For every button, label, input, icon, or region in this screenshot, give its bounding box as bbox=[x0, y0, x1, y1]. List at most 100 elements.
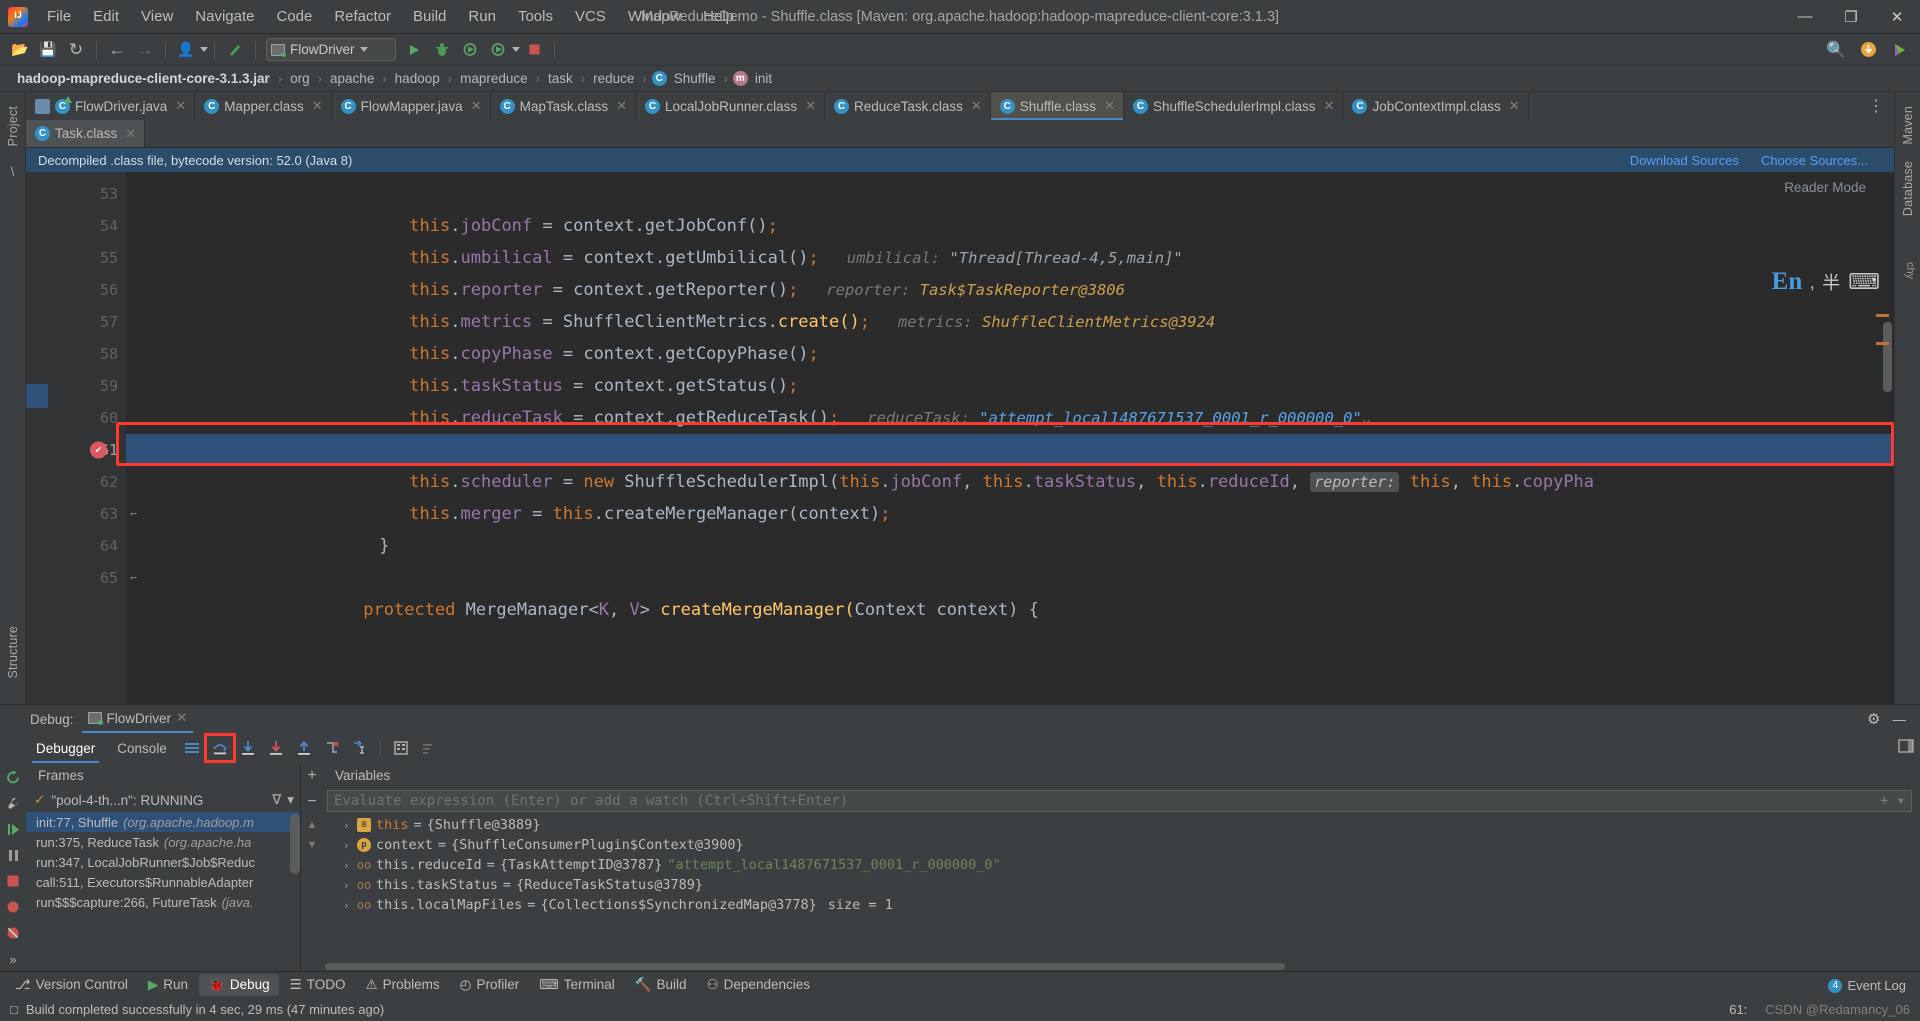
mute-breakpoints-icon[interactable] bbox=[416, 736, 442, 760]
profiler-icon[interactable] bbox=[485, 38, 511, 62]
frame-row[interactable]: init:77, Shuffle (org.apache.hadoop.m bbox=[26, 812, 300, 832]
move-down-icon[interactable]: ▼ bbox=[307, 839, 318, 851]
tab-close-icon[interactable]: ✕ bbox=[805, 98, 816, 114]
overflow-icon[interactable]: » bbox=[0, 947, 26, 971]
toolwindow-terminal[interactable]: ⌨ Terminal bbox=[530, 974, 624, 996]
menu-bar[interactable]: File Edit View Navigate Code Refactor Bu… bbox=[36, 0, 745, 33]
variable-row-localmapfiles[interactable]: › oo this.localMapFiles = {Collections$S… bbox=[323, 895, 1920, 915]
code-line-63[interactable]: } bbox=[126, 498, 1894, 556]
navigate-forward-icon[interactable]: → bbox=[132, 38, 158, 62]
caret-position[interactable]: 61: bbox=[1729, 1002, 1747, 1017]
code-line-64[interactable] bbox=[126, 530, 1894, 562]
run-configuration-selector[interactable]: FlowDriver bbox=[266, 38, 396, 61]
resume-program-icon[interactable] bbox=[0, 817, 26, 841]
tab-close-icon[interactable]: ✕ bbox=[1509, 98, 1520, 114]
tab-close-icon[interactable]: ✕ bbox=[125, 126, 136, 142]
sidebar-item-maven[interactable]: Maven bbox=[1901, 98, 1915, 153]
code-line-56[interactable]: this.metrics = ShuffleClientMetrics.crea… bbox=[126, 274, 1894, 332]
menu-build[interactable]: Build bbox=[402, 4, 457, 30]
ime-comma-icon[interactable]: ‚ bbox=[1810, 272, 1814, 293]
toolwindow-problems[interactable]: ⚠ Problems bbox=[357, 974, 449, 996]
tab-debugger[interactable]: Debugger bbox=[26, 733, 105, 763]
variable-row-taskstatus[interactable]: › oo this.taskStatus = {ReduceTaskStatus… bbox=[323, 875, 1920, 895]
variable-row-reduceid[interactable]: › oo this.reduceId = {TaskAttemptID@3787… bbox=[323, 855, 1920, 875]
rerun-icon[interactable] bbox=[0, 765, 26, 789]
step-into-icon[interactable] bbox=[235, 736, 261, 760]
expand-arrow-icon[interactable]: › bbox=[343, 839, 352, 852]
breadcrumb-org[interactable]: org bbox=[287, 70, 313, 87]
menu-navigate[interactable]: Navigate bbox=[184, 4, 265, 30]
step-over-icon[interactable] bbox=[203, 733, 236, 763]
menu-edit[interactable]: Edit bbox=[82, 4, 130, 30]
code-line-57[interactable]: this.copyPhase = context.getCopyPhase(); bbox=[126, 306, 1894, 364]
chevron-down-icon[interactable] bbox=[200, 47, 208, 52]
code-line-54[interactable]: this.umbilical = context.getUmbilical();… bbox=[126, 210, 1894, 268]
tab-reducetask-class[interactable]: C ReduceTask.class ✕ bbox=[825, 92, 991, 120]
menu-window[interactable]: Window bbox=[617, 4, 692, 30]
expand-arrow-icon[interactable]: › bbox=[343, 899, 352, 912]
tab-close-icon[interactable]: ✕ bbox=[471, 98, 482, 114]
frame-row[interactable]: run:347, LocalJobRunner$Job$Reduc bbox=[26, 852, 300, 872]
profile-user-icon[interactable]: 👤 bbox=[173, 38, 199, 62]
toolwindow-build[interactable]: 🔨 Build bbox=[626, 974, 696, 996]
sidebar-item-project[interactable]: Project bbox=[6, 98, 20, 154]
settings-gear-icon[interactable]: ⚙ bbox=[1867, 710, 1880, 728]
frame-row[interactable]: run:375, ReduceTask (org.apache.ha bbox=[26, 832, 300, 852]
breadcrumb-task[interactable]: task bbox=[545, 70, 576, 87]
tab-shuffle-class[interactable]: C Shuffle.class ✕ bbox=[990, 92, 1124, 120]
breadcrumb-apache[interactable]: apache bbox=[327, 70, 377, 87]
pause-program-icon[interactable] bbox=[0, 843, 26, 867]
thread-selector[interactable]: ✓ "pool-4-th...n": RUNNING ∇ ▾ bbox=[26, 788, 300, 812]
breadcrumb-reduce[interactable]: reduce bbox=[590, 70, 637, 87]
breadcrumb-mapreduce[interactable]: mapreduce bbox=[457, 70, 531, 87]
toolwindow-run[interactable]: ▶ Run bbox=[139, 974, 197, 996]
expand-arrow-icon[interactable]: › bbox=[343, 859, 352, 872]
move-up-icon[interactable]: ▲ bbox=[307, 819, 318, 831]
tab-close-icon[interactable]: ✕ bbox=[971, 98, 982, 114]
tab-shuffleschedulerimpl-class[interactable]: C ShuffleSchedulerImpl.class ✕ bbox=[1123, 92, 1344, 120]
code-lines[interactable]: this.jobConf = context.getJobConf(); thi… bbox=[126, 172, 1894, 704]
sidebar-item-database[interactable]: Database bbox=[1901, 153, 1915, 224]
profiler-chevron-icon[interactable] bbox=[512, 47, 520, 52]
code-line-53[interactable]: this.jobConf = context.getJobConf(); bbox=[126, 178, 1894, 236]
hide-panel-icon[interactable]: — bbox=[1893, 712, 1907, 727]
toolwindow-debug[interactable]: 🐞 Debug bbox=[199, 973, 279, 996]
menu-run[interactable]: Run bbox=[457, 4, 507, 30]
tab-localjobrunner-class[interactable]: C LocalJobRunner.class ✕ bbox=[636, 92, 826, 120]
updates-notification-icon[interactable] bbox=[1855, 38, 1881, 62]
menu-tools[interactable]: Tools bbox=[507, 4, 564, 30]
step-out-icon[interactable] bbox=[291, 736, 317, 760]
tab-flowdriver-java[interactable]: C FlowDriver.java ✕ bbox=[26, 92, 196, 120]
variable-row-context[interactable]: › p context = {ShuffleConsumerPlugin$Con… bbox=[323, 835, 1920, 855]
tab-task-class[interactable]: C Task.class ✕ bbox=[26, 120, 146, 147]
stop-icon[interactable] bbox=[0, 869, 26, 893]
force-step-into-icon[interactable] bbox=[263, 736, 289, 760]
tab-mapper-class[interactable]: C Mapper.class ✕ bbox=[195, 92, 332, 120]
run-with-coverage-icon[interactable] bbox=[457, 38, 483, 62]
toolwindow-todo[interactable]: ☰ TODO bbox=[281, 974, 355, 996]
code-line-59[interactable]: this.reduceTask = context.getReduceTask(… bbox=[126, 370, 1894, 428]
expand-arrow-icon[interactable]: › bbox=[343, 819, 352, 832]
toolwindow-profiler[interactable]: ◴ Profiler bbox=[451, 974, 529, 996]
minimize-button[interactable]: — bbox=[1782, 0, 1828, 34]
run-config-chevron-icon[interactable] bbox=[359, 47, 368, 52]
evaluate-expression-icon[interactable] bbox=[388, 736, 414, 760]
download-sources-link[interactable]: Download Sources bbox=[1630, 153, 1739, 168]
code-line-61-executing[interactable]: this.scheduler = new ShuffleSchedulerImp… bbox=[126, 434, 1894, 492]
code-line-55[interactable]: this.reporter = context.getReporter(); r… bbox=[126, 242, 1894, 300]
settings-wrench-icon[interactable] bbox=[0, 791, 26, 815]
watch-add-icon[interactable]: + bbox=[1880, 793, 1888, 809]
breadcrumb-root[interactable]: hadoop-mapreduce-client-core-3.1.3.jar bbox=[14, 70, 273, 87]
run-button-icon[interactable] bbox=[401, 38, 427, 62]
breakpoint-icon[interactable]: ✔ bbox=[90, 441, 107, 459]
debug-button-icon[interactable] bbox=[429, 38, 455, 62]
ide-and-project-settings-icon[interactable] bbox=[1887, 38, 1913, 62]
menu-view[interactable]: View bbox=[130, 4, 184, 30]
editor-scrollbar-thumb[interactable] bbox=[1883, 322, 1892, 392]
menu-file[interactable]: File bbox=[36, 4, 82, 30]
drop-frame-icon[interactable] bbox=[319, 736, 345, 760]
debug-session-close-icon[interactable]: ✕ bbox=[176, 710, 187, 726]
view-breakpoints-icon[interactable] bbox=[0, 895, 26, 919]
tab-maptask-class[interactable]: C MapTask.class ✕ bbox=[490, 92, 637, 120]
menu-vcs[interactable]: VCS bbox=[564, 4, 617, 30]
